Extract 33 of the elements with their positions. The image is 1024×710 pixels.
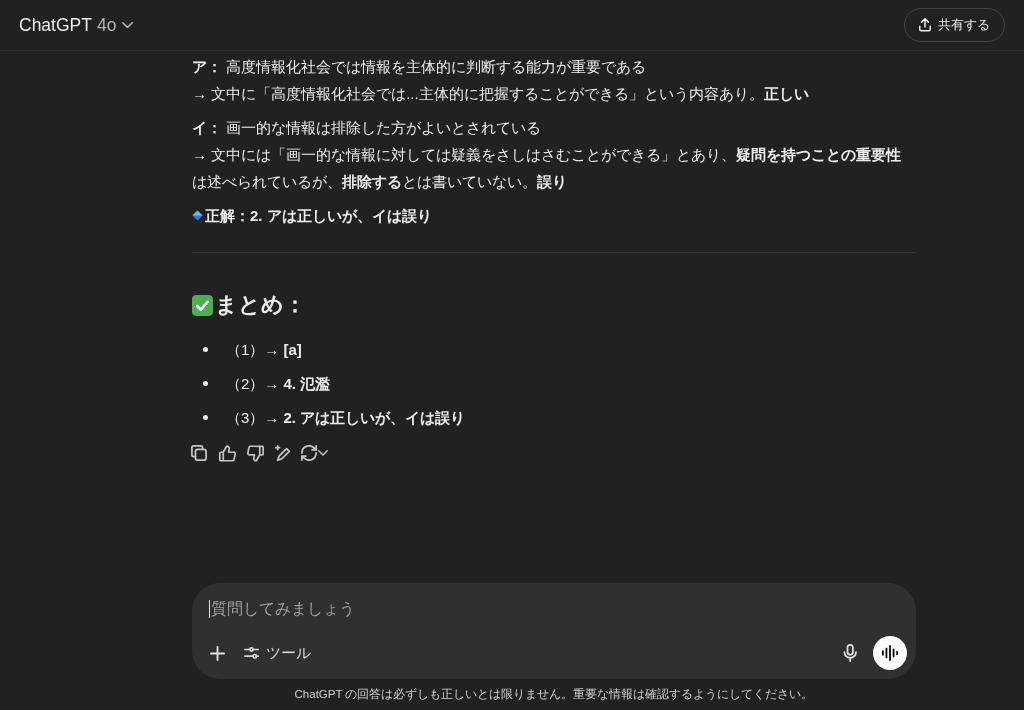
summary-item: （1）→ [a] bbox=[226, 340, 302, 360]
summary-item: （2）→ 4. 氾濫 bbox=[226, 374, 331, 394]
message-input[interactable]: 質問してみましょう bbox=[210, 595, 907, 623]
explanation-text: → 文中には「画一的な情報に対しては疑義をさしはさむことができる」とあり、疑問を持つことの重要性は述べられているが、排除するとは書いていない。誤り bbox=[192, 145, 903, 192]
text-cursor bbox=[209, 600, 210, 618]
thumbs-up-icon bbox=[218, 444, 236, 462]
diamond-icon bbox=[192, 210, 203, 221]
plus-icon bbox=[209, 645, 225, 661]
section-heading: まとめ： bbox=[215, 291, 306, 319]
check-mark-icon bbox=[192, 294, 213, 316]
bullet-icon bbox=[203, 347, 208, 352]
answer-text: 正解：2. アは正しいが、イは誤り bbox=[205, 206, 432, 226]
statement-text: イ： 画一的な情報は排除した方がよいとされている bbox=[192, 118, 543, 138]
bullet-icon bbox=[203, 415, 208, 420]
explanation-text: → 文中に「高度情報化社会では...主体的に把握することができる」という内容あり。正しい bbox=[192, 84, 810, 104]
tools-button[interactable]: ツール bbox=[236, 635, 319, 671]
pencil-sparkle-icon bbox=[274, 444, 292, 462]
thumbs-down-icon bbox=[246, 444, 264, 462]
message-composer[interactable]: 質問してみましょう ツール bbox=[192, 583, 916, 679]
chevron-down-icon bbox=[122, 21, 134, 29]
refresh-icon bbox=[301, 445, 317, 461]
voice-mode-button[interactable] bbox=[873, 636, 907, 670]
copy-icon bbox=[191, 445, 207, 461]
microphone-icon bbox=[842, 644, 858, 662]
waveform-icon bbox=[882, 645, 898, 661]
sliders-icon bbox=[244, 647, 259, 659]
upload-icon bbox=[919, 18, 931, 32]
bullet-icon bbox=[203, 381, 208, 386]
summary-item: （3）→ 2. アは正しいが、イは誤り bbox=[226, 408, 466, 428]
disclaimer-text: ChatGPT の回答は必ずしも正しいとは限りません。重要な情報は確認するようにしてください。 bbox=[294, 688, 814, 700]
chevron-down-icon bbox=[318, 450, 328, 456]
model-selector[interactable]: ChatGPT 4o bbox=[11, 8, 142, 42]
statement-text: ア： 高度情報化社会では情報を主体的に判断する能力が重要である bbox=[192, 57, 648, 77]
